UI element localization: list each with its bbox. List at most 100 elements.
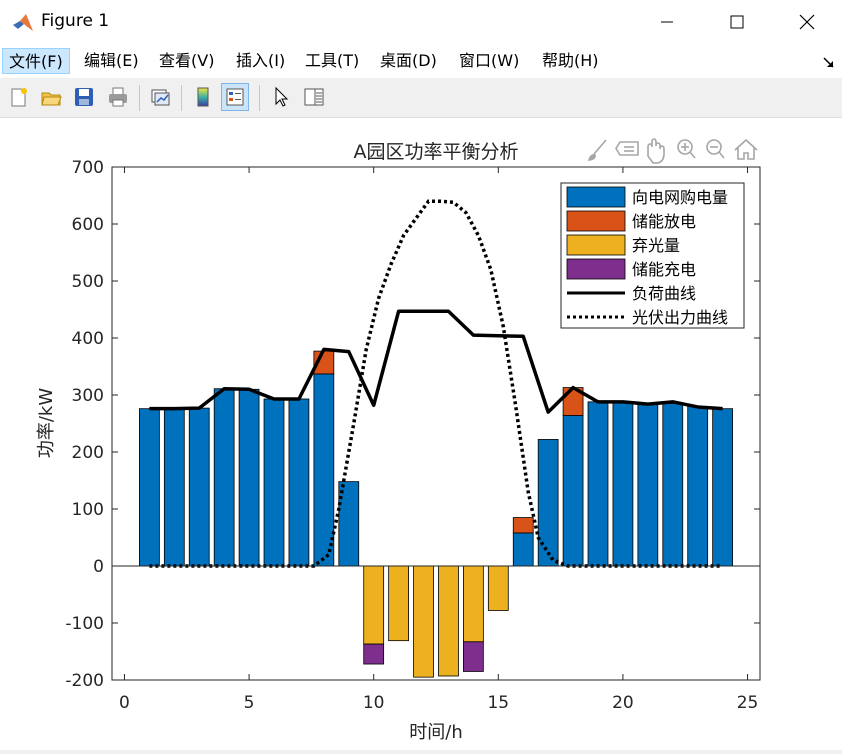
insert-legend-button[interactable]: [221, 83, 249, 111]
legend-swatch-grid-purchase: [566, 186, 626, 208]
toolbar-separator: [181, 85, 182, 111]
property-inspector-button[interactable]: [300, 83, 328, 111]
new-figure-button[interactable]: [4, 83, 32, 111]
edit-plot-button[interactable]: [267, 83, 295, 111]
bar: [238, 388, 260, 567]
bar: [612, 401, 634, 567]
bar: [363, 643, 385, 665]
y-tick-label: 200: [72, 443, 104, 463]
new-figure-icon: [11, 88, 27, 107]
print-icon: [109, 87, 127, 107]
window-title: Figure 1: [41, 11, 110, 31]
legend-label: 负荷曲线: [632, 284, 696, 303]
title-bar: Figure 1: [0, 0, 842, 44]
home-icon[interactable]: [734, 138, 758, 160]
maximize-icon: [730, 15, 744, 29]
menu-insert[interactable]: 插入(I): [230, 48, 291, 74]
bar: [712, 408, 733, 567]
bar: [438, 565, 459, 677]
legend-label: 向电网购电量: [632, 188, 728, 207]
link-plot-button[interactable]: [146, 83, 174, 111]
bar: [413, 565, 434, 678]
toolbar-separator: [139, 85, 140, 111]
bar: [388, 565, 409, 642]
pan-icon[interactable]: [647, 138, 665, 164]
link-plot-icon: [151, 89, 170, 106]
bar: [363, 565, 385, 645]
bar: [662, 403, 684, 567]
menu-desktop[interactable]: 桌面(D): [374, 48, 443, 74]
figure-toolbar: [0, 79, 842, 118]
menu-tools[interactable]: 工具(T): [299, 48, 365, 74]
bar: [537, 439, 559, 567]
y-tick-label: -100: [65, 614, 104, 634]
legend-swatch-pv-curtail: [566, 234, 626, 256]
bar: [562, 415, 584, 567]
bar: [163, 408, 185, 567]
x-tick-label: 10: [363, 693, 385, 713]
bar: [139, 408, 160, 567]
bar: [263, 398, 285, 567]
y-tick-label: -200: [65, 671, 104, 691]
menu-view[interactable]: 查看(V): [153, 48, 220, 74]
bar: [487, 565, 509, 611]
legend-label: 储能充电: [632, 260, 696, 279]
maximize-button[interactable]: [702, 0, 772, 44]
plot-svg[interactable]: -200 -100 0 100 200 300 400 500 600 700 0 5 10 15 20 2…: [0, 118, 842, 750]
bar: [288, 398, 310, 567]
legend-label: 储能放电: [632, 212, 696, 231]
axes-toolbar: [587, 138, 758, 164]
data-tips-icon[interactable]: [615, 141, 639, 156]
figure-canvas: -200 -100 0 100 200 300 400 500 600 700 0 5 10 15 20 2…: [0, 118, 842, 750]
minimize-button[interactable]: [632, 0, 702, 44]
menu-edit[interactable]: 编辑(E): [78, 48, 145, 74]
toolbar-separator: [259, 85, 260, 111]
y-tick-label: 300: [72, 386, 104, 406]
insert-colorbar-icon: [197, 87, 209, 107]
y-tick-label: 100: [72, 500, 104, 520]
zoom-out-icon[interactable]: [706, 139, 725, 159]
close-icon: [799, 14, 815, 30]
x-tick-label: 5: [244, 693, 255, 713]
legend-swatch-storage-charge: [566, 258, 626, 280]
bar: [313, 373, 335, 567]
save-button[interactable]: [70, 83, 98, 111]
open-file-button[interactable]: [37, 83, 65, 111]
chart-title: A园区功率平衡分析: [354, 141, 519, 163]
x-tick-label: 20: [612, 693, 634, 713]
bar: [338, 481, 360, 567]
save-icon: [75, 88, 93, 106]
bar: [463, 641, 484, 672]
left-window-edge: [0, 118, 3, 718]
minimize-icon: [661, 21, 673, 23]
menu-file[interactable]: 文件(F): [2, 48, 70, 74]
insert-legend-icon: [226, 88, 244, 106]
y-tick-label: 700: [72, 158, 104, 178]
zoom-in-icon[interactable]: [677, 139, 696, 159]
bar: [213, 388, 235, 567]
legend[interactable]: 向电网购电量 储能放电 弃光量 储能充电 负荷曲线 光伏出力曲线: [560, 182, 745, 329]
close-button[interactable]: [772, 0, 842, 44]
menu-bar: 文件(F) 编辑(E) 查看(V) 插入(I) 工具(T) 桌面(D) 窗口(W…: [0, 44, 842, 78]
open-file-icon: [41, 92, 62, 106]
menu-window[interactable]: 窗口(W): [453, 48, 525, 74]
y-tick-label: 500: [72, 272, 104, 292]
property-inspector-icon: [304, 88, 324, 106]
bar: [512, 517, 534, 534]
legend-label: 光伏出力曲线: [632, 308, 728, 327]
y-tick-label: 600: [72, 215, 104, 235]
insert-colorbar-button[interactable]: [189, 83, 217, 111]
dock-arrow-icon[interactable]: [822, 56, 836, 70]
x-tick-label: 15: [487, 693, 509, 713]
bar: [587, 401, 609, 567]
bar: [687, 405, 709, 567]
matlab-logo-icon: [13, 14, 33, 31]
y-tick-label: 400: [72, 329, 104, 349]
x-axis-label: 时间/h: [409, 722, 462, 743]
menu-help[interactable]: 帮助(H): [536, 48, 605, 74]
x-tick-label: 0: [119, 693, 130, 713]
bar: [512, 532, 534, 567]
brush-icon[interactable]: [587, 139, 607, 161]
print-button[interactable]: [104, 83, 132, 111]
y-tick-label: 0: [93, 557, 104, 577]
